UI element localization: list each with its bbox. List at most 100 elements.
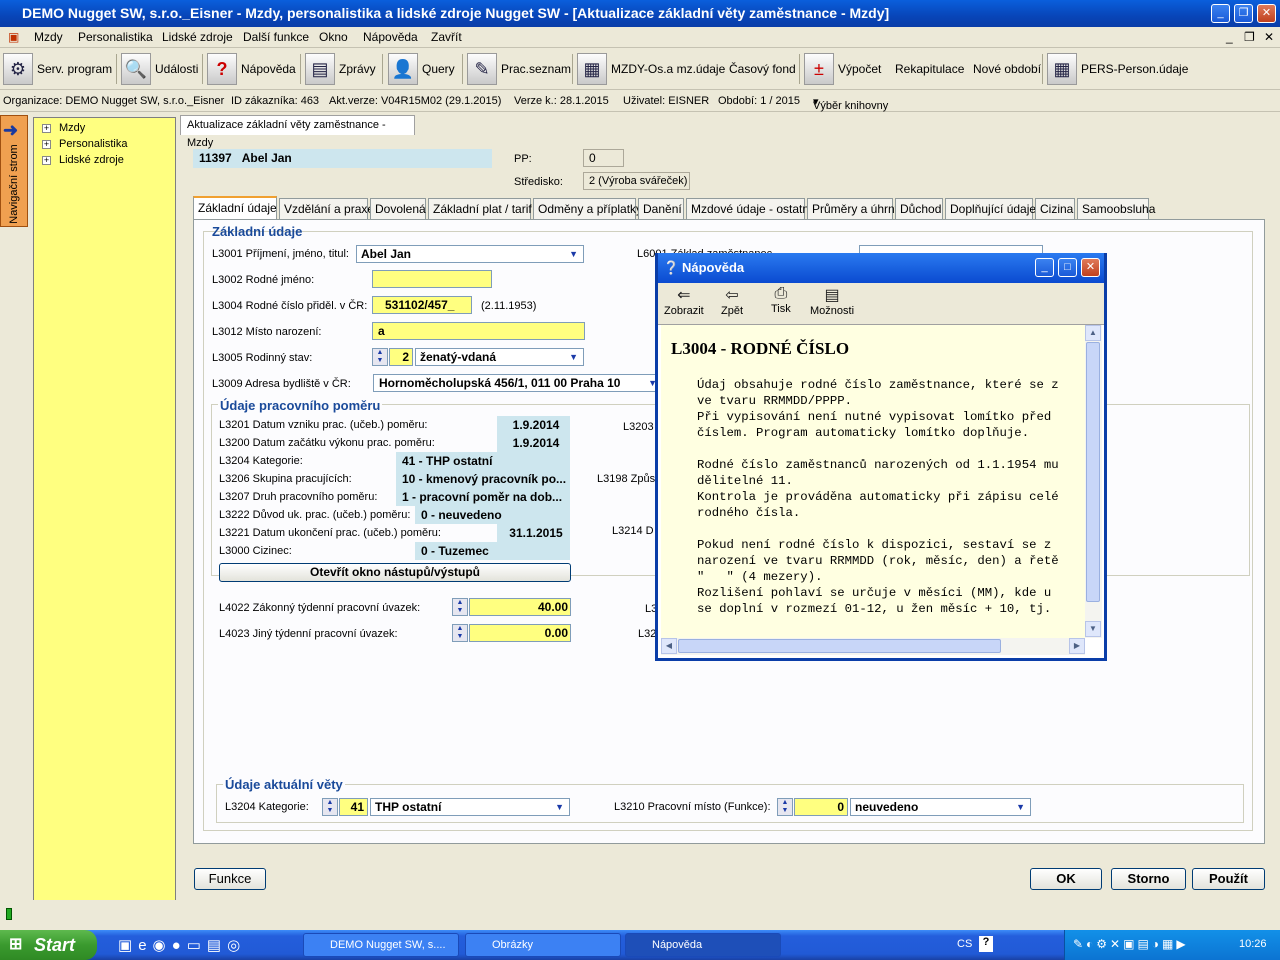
help-tray-icon[interactable]: ? — [979, 936, 993, 952]
cur-l3204-spinner[interactable]: ▲ ▼ — [322, 798, 338, 816]
doc-icon[interactable]: ▤ — [207, 937, 227, 954]
l3012-input[interactable]: a — [372, 322, 585, 340]
scroll-thumb[interactable] — [1086, 342, 1100, 602]
expand-icon[interactable]: + — [42, 155, 51, 165]
tab-dovolena[interactable]: Dovolená — [370, 198, 426, 219]
l3004-input[interactable]: 531102/457_ — [372, 296, 472, 314]
tab-samoobsluha[interactable]: Samoobsluha — [1077, 198, 1155, 219]
document-tab[interactable]: Aktualizace základní věty zaměstnance - … — [180, 115, 415, 149]
cur-l3204-code[interactable]: 41 — [339, 798, 368, 816]
app-menu-icon[interactable]: ▣ — [8, 30, 19, 44]
l3210-spinner[interactable]: ▲ ▼ — [777, 798, 793, 816]
scroll-right-icon[interactable]: ▶ — [1069, 638, 1085, 654]
menu-zavrit[interactable]: Zavřít — [431, 30, 462, 44]
vypocet-button[interactable]: ± Výpočet — [804, 51, 881, 87]
menu-okno[interactable]: Okno — [319, 30, 348, 44]
l3001-select[interactable]: Abel Jan — [356, 245, 584, 263]
tree-item-lidske-zdroje[interactable]: + Lidské zdroje — [42, 154, 124, 166]
chrome-icon[interactable]: ◎ — [227, 937, 246, 954]
query-button[interactable]: 👤 Query — [388, 51, 455, 87]
tab-doplnujici[interactable]: Doplňující údaje — [945, 198, 1036, 219]
help-close-button[interactable]: ✕ — [1081, 258, 1100, 277]
task-demo-nugget[interactable]: DEMO Nugget SW, s.... — [303, 933, 459, 957]
help-zpet-button[interactable]: ⇦ Zpět — [721, 285, 743, 317]
tab-cizina[interactable]: Cizina — [1035, 198, 1075, 219]
udalosti-button[interactable]: 🔍 Události — [121, 51, 198, 87]
close-button[interactable]: ✕ — [1257, 4, 1276, 23]
menu-dalsi-funkce[interactable]: Další funkce — [243, 30, 309, 44]
help-zobrazit-button[interactable]: ⇐ Zobrazit — [664, 285, 704, 317]
serv-program-button[interactable]: ⚙ Serv. program — [3, 51, 112, 87]
menu-napoveda[interactable]: Nápověda — [363, 30, 418, 44]
tab-prumery[interactable]: Průměry a úhrny — [807, 198, 901, 219]
open-nastupy-button[interactable]: Otevřít okno nástupů/výstupů — [219, 563, 571, 582]
app-icon[interactable]: ▭ — [187, 937, 207, 954]
casovy-fond-button[interactable]: Časový fond — [729, 51, 796, 87]
scroll-down-icon[interactable]: ▼ — [1085, 621, 1101, 637]
mdi-restore-icon[interactable]: ❐ — [1244, 30, 1255, 44]
scroll-up-icon[interactable]: ▲ — [1085, 325, 1101, 341]
cur-l3204-select[interactable]: THP ostatní — [370, 798, 570, 816]
pers-person-button[interactable]: ▦ PERS-Person.údaje — [1047, 51, 1188, 87]
start-button[interactable]: ⊞ Start — [0, 930, 97, 960]
tree-item-mzdy[interactable]: + Mzdy — [42, 122, 85, 134]
menu-mzdy[interactable]: Mzdy — [34, 30, 63, 44]
expand-icon[interactable]: + — [42, 123, 51, 133]
mdi-minimize-icon[interactable]: _ — [1226, 30, 1233, 44]
pouzit-button[interactable]: Použít — [1192, 868, 1265, 890]
scroll-left-icon[interactable]: ◀ — [661, 638, 677, 654]
tab-mzdove-udaje[interactable]: Mzdové údaje - ostatní — [686, 198, 812, 219]
l3005-code[interactable]: 2 — [389, 348, 413, 366]
tray-icons[interactable]: ✎◐⚙✕▣▤◑▦▶ — [1073, 937, 1189, 951]
tab-zakladni-plat[interactable]: Základní plat / tarif — [428, 198, 532, 219]
zpravy-button[interactable]: ▤ Zprávy — [305, 51, 376, 87]
hscroll-thumb[interactable] — [678, 639, 1001, 653]
mzdy-os-button[interactable]: ▦ MZDY-Os.a mz.údaje — [577, 51, 725, 87]
tree-item-personalistika[interactable]: + Personalistika — [42, 138, 127, 150]
tab-vzdelani[interactable]: Vzdělání a praxe — [279, 198, 374, 219]
tab-duchod[interactable]: Důchod — [895, 198, 943, 219]
window-title-bar[interactable]: DEMO Nugget SW, s.r.o._Eisner - Mzdy, pe… — [0, 0, 1280, 27]
language-indicator[interactable]: CS — [957, 938, 972, 950]
tab-zakladni-udaje[interactable]: Základní údaje — [193, 196, 277, 219]
nove-obdobi-button[interactable]: Nové období — [973, 51, 1041, 87]
help-tisk-button[interactable]: ⎙ Tisk — [771, 285, 791, 315]
task-obrazky[interactable]: Obrázky — [465, 933, 621, 957]
l4022-input[interactable]: 40.00 — [469, 598, 571, 616]
l3009-select[interactable]: Hornoměcholupská 456/1, 011 00 Praha 10 — [373, 374, 663, 392]
mdi-close-icon[interactable]: ✕ — [1264, 30, 1274, 44]
l3002-input[interactable] — [372, 270, 492, 288]
napoveda-button[interactable]: ? Nápověda — [207, 51, 296, 87]
help-maximize-button[interactable]: □ — [1058, 258, 1077, 277]
folder-icon[interactable]: ▣ — [118, 937, 138, 954]
library-select[interactable]: Výběr knihovny ▾ — [813, 95, 888, 112]
l4023-input[interactable]: 0.00 — [469, 624, 571, 642]
nav-tree-toggle[interactable]: ➜ Navigační strom — [0, 115, 28, 227]
app-icon[interactable]: ◉ — [153, 937, 172, 954]
l4022-spinner[interactable]: ▲ ▼ — [452, 598, 468, 616]
task-napoveda[interactable]: Nápověda — [625, 933, 781, 957]
help-vertical-scrollbar[interactable]: ▲ ▼ — [1085, 325, 1102, 638]
expand-icon[interactable]: + — [42, 139, 51, 149]
menu-personalistika[interactable]: Personalistika — [78, 30, 153, 44]
ie-icon[interactable]: e — [138, 937, 152, 954]
l3210-select[interactable]: neuvedeno — [850, 798, 1031, 816]
help-minimize-button[interactable]: _ — [1035, 258, 1054, 277]
help-horizontal-scrollbar[interactable]: ◀ ▶ — [661, 638, 1085, 655]
prac-seznam-button[interactable]: ✎ Prac.seznam — [467, 51, 571, 87]
l4023-spinner[interactable]: ▲ ▼ — [452, 624, 468, 642]
menu-lidske-zdroje[interactable]: Lidské zdroje — [162, 30, 233, 44]
funkce-button[interactable]: Funkce — [194, 868, 266, 890]
l3210-code[interactable]: 0 — [794, 798, 848, 816]
l3005-spinner[interactable]: ▲ ▼ — [372, 348, 388, 366]
rekapitulace-button[interactable]: Rekapitulace — [895, 51, 964, 87]
l3005-select[interactable]: ženatý-vdaná — [415, 348, 584, 366]
tab-daneni[interactable]: Danění — [638, 198, 684, 219]
minimize-button[interactable]: _ — [1211, 4, 1230, 23]
help-moznosti-button[interactable]: ▤ Možnosti — [810, 285, 854, 317]
ok-button[interactable]: OK — [1030, 868, 1102, 890]
tab-odmeny[interactable]: Odměny a příplatky — [533, 198, 642, 219]
maximize-button[interactable]: ❐ — [1234, 4, 1253, 23]
firefox-icon[interactable]: ● — [172, 937, 187, 954]
storno-button[interactable]: Storno — [1111, 868, 1186, 890]
